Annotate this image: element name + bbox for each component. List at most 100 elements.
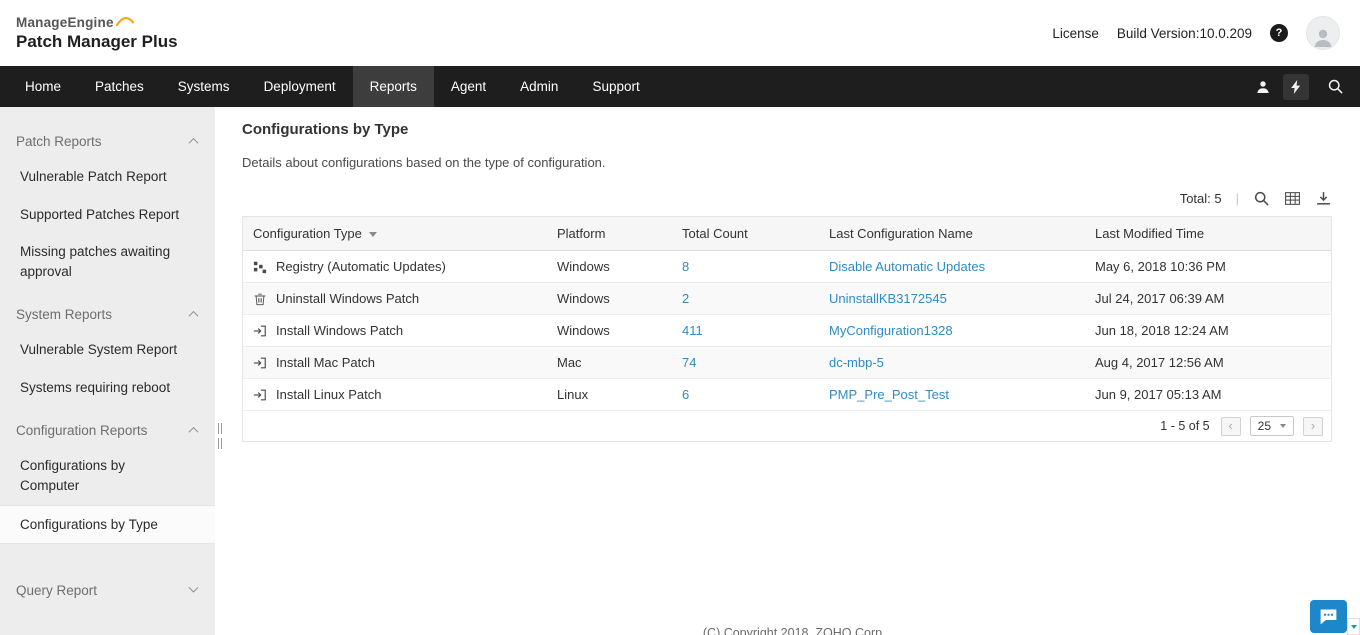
last-configuration-link[interactable]: dc-mbp-5 [829, 355, 884, 370]
uninstall-patch-icon [253, 292, 267, 306]
registry-icon [253, 260, 267, 274]
topbar-actions: License Build Version:10.0.209 ? [1052, 16, 1340, 50]
section-title: Query Report [16, 583, 97, 598]
user-silhouette-icon [1311, 25, 1335, 49]
section-configuration-reports: Configuration Reports Configurations by … [0, 406, 215, 544]
last-configuration-link[interactable]: MyConfiguration1328 [829, 323, 953, 338]
nav-item-admin[interactable]: Admin [503, 66, 575, 107]
platform-cell: Mac [549, 347, 674, 379]
column-header-last-configuration-name[interactable]: Last Configuration Name [821, 217, 1087, 251]
section-header-patch-reports[interactable]: Patch Reports [0, 125, 215, 158]
reports-sidebar: Patch Reports Vulnerable Patch Report Su… [0, 107, 215, 635]
section-header-system-reports[interactable]: System Reports [0, 298, 215, 331]
nav-right-icons [1250, 66, 1360, 107]
table-view-icon[interactable] [1284, 190, 1301, 207]
sidebar-item-systems-requiring-reboot[interactable]: Systems requiring reboot [0, 369, 215, 407]
section-query-report: Query Report [0, 566, 215, 607]
chat-bubble-icon [1318, 606, 1339, 627]
platform-cell: Windows [549, 251, 674, 283]
configuration-type-label: Install Linux Patch [276, 387, 382, 402]
next-page-button[interactable]: › [1303, 417, 1323, 436]
configuration-type-label: Registry (Automatic Updates) [276, 259, 446, 274]
configurations-table: Configuration Type Platform Total Count … [242, 216, 1332, 442]
platform-cell: Windows [549, 315, 674, 347]
table-toolbar: Total: 5 | [242, 190, 1332, 207]
nav-item-support[interactable]: Support [575, 66, 656, 107]
page-title: Configurations by Type [242, 121, 1332, 138]
last-configuration-link[interactable]: Disable Automatic Updates [829, 259, 985, 274]
nav-item-systems[interactable]: Systems [161, 66, 247, 107]
pagination-range-label: 1 - 5 of 5 [1160, 419, 1209, 433]
sidebar-item-missing-patches-awaiting-approval[interactable]: Missing patches awaiting approval [0, 233, 215, 290]
section-title: Configuration Reports [16, 423, 147, 438]
column-header-last-modified-time[interactable]: Last Modified Time [1087, 217, 1331, 251]
sidebar-splitter[interactable] [215, 107, 225, 635]
section-header-query-report[interactable]: Query Report [0, 574, 215, 607]
section-header-configuration-reports[interactable]: Configuration Reports [0, 414, 215, 447]
nav-item-deployment[interactable]: Deployment [247, 66, 353, 107]
chevron-up-icon [189, 138, 199, 148]
last-modified-cell: Aug 4, 2017 12:56 AM [1087, 347, 1331, 379]
nav-item-agent[interactable]: Agent [434, 66, 503, 107]
install-patch-icon [253, 388, 267, 402]
install-patch-icon [253, 324, 267, 338]
platform-cell: Linux [549, 379, 674, 411]
section-title: System Reports [16, 307, 112, 322]
last-configuration-link[interactable]: UninstallKB3172545 [829, 291, 947, 306]
chevron-down-icon [189, 583, 199, 593]
splitter-grip-icon [218, 438, 222, 449]
sidebar-item-supported-patches-report[interactable]: Supported Patches Report [0, 196, 215, 234]
last-configuration-link[interactable]: PMP_Pre_Post_Test [829, 387, 949, 402]
sidebar-item-configurations-by-computer[interactable]: Configurations by Computer [0, 447, 215, 504]
copyright-text: (C) Copyright 2018, ZOHO Corp [225, 626, 1360, 635]
help-glyph: ? [1276, 27, 1283, 39]
total-count-link[interactable]: 74 [682, 355, 696, 370]
sidebar-item-vulnerable-patch-report[interactable]: Vulnerable Patch Report [0, 158, 215, 196]
table-row: Install Windows Patch Windows 411 MyConf… [243, 315, 1331, 347]
product-name: Patch Manager Plus [16, 32, 178, 52]
caret-down-icon [1351, 625, 1357, 629]
chevron-down-icon [1280, 424, 1286, 428]
column-header-configuration-type[interactable]: Configuration Type [243, 217, 549, 251]
license-link[interactable]: License [1052, 26, 1099, 41]
table-header-row: Configuration Type Platform Total Count … [243, 217, 1331, 251]
last-modified-cell: Jun 18, 2018 12:24 AM [1087, 315, 1331, 347]
page-size-select[interactable]: 25 [1250, 416, 1294, 436]
toolbar-separator: | [1236, 191, 1239, 206]
brand-name: ManageEngine [16, 15, 114, 30]
total-count-link[interactable]: 411 [682, 323, 703, 338]
main-panel: Configurations by Type Details about con… [225, 107, 1360, 635]
table-row: Install Mac Patch Mac 74 dc-mbp-5 Aug 4,… [243, 347, 1331, 379]
chat-widget-button[interactable] [1310, 600, 1347, 633]
total-count-link[interactable]: 6 [682, 387, 689, 402]
section-title: Patch Reports [16, 134, 102, 149]
total-count-label: Total: 5 [1180, 191, 1222, 206]
search-icon[interactable] [1253, 190, 1270, 207]
avatar[interactable] [1306, 16, 1340, 50]
total-count-link[interactable]: 2 [682, 291, 689, 306]
main-nav: Home Patches Systems Deployment Reports … [0, 66, 1360, 107]
scroll-down-arrow[interactable] [1347, 618, 1360, 635]
last-modified-cell: Jul 24, 2017 06:39 AM [1087, 283, 1331, 315]
help-icon[interactable]: ? [1270, 24, 1288, 42]
user-notification-icon[interactable] [1250, 74, 1276, 100]
section-patch-reports: Patch Reports Vulnerable Patch Report Su… [0, 117, 215, 290]
export-icon[interactable] [1315, 190, 1332, 207]
column-header-total-count[interactable]: Total Count [674, 217, 821, 251]
global-search-icon[interactable] [1322, 74, 1348, 100]
last-modified-cell: May 6, 2018 10:36 PM [1087, 251, 1331, 283]
nav-item-reports[interactable]: Reports [353, 66, 434, 107]
column-header-platform[interactable]: Platform [549, 217, 674, 251]
nav-item-patches[interactable]: Patches [78, 66, 161, 107]
nav-item-home[interactable]: Home [8, 66, 78, 107]
total-count-link[interactable]: 8 [682, 259, 689, 274]
chevron-up-icon [189, 427, 199, 437]
app-logo[interactable]: ManageEngine Patch Manager Plus [16, 15, 178, 52]
prev-page-button[interactable]: ‹ [1221, 417, 1241, 436]
top-header: ManageEngine Patch Manager Plus License … [0, 0, 1360, 66]
sidebar-item-vulnerable-system-report[interactable]: Vulnerable System Report [0, 331, 215, 369]
platform-cell: Windows [549, 283, 674, 315]
quick-actions-bolt-icon[interactable] [1283, 74, 1309, 100]
configuration-type-label: Install Windows Patch [276, 323, 403, 338]
sidebar-item-configurations-by-type[interactable]: Configurations by Type [0, 505, 215, 545]
